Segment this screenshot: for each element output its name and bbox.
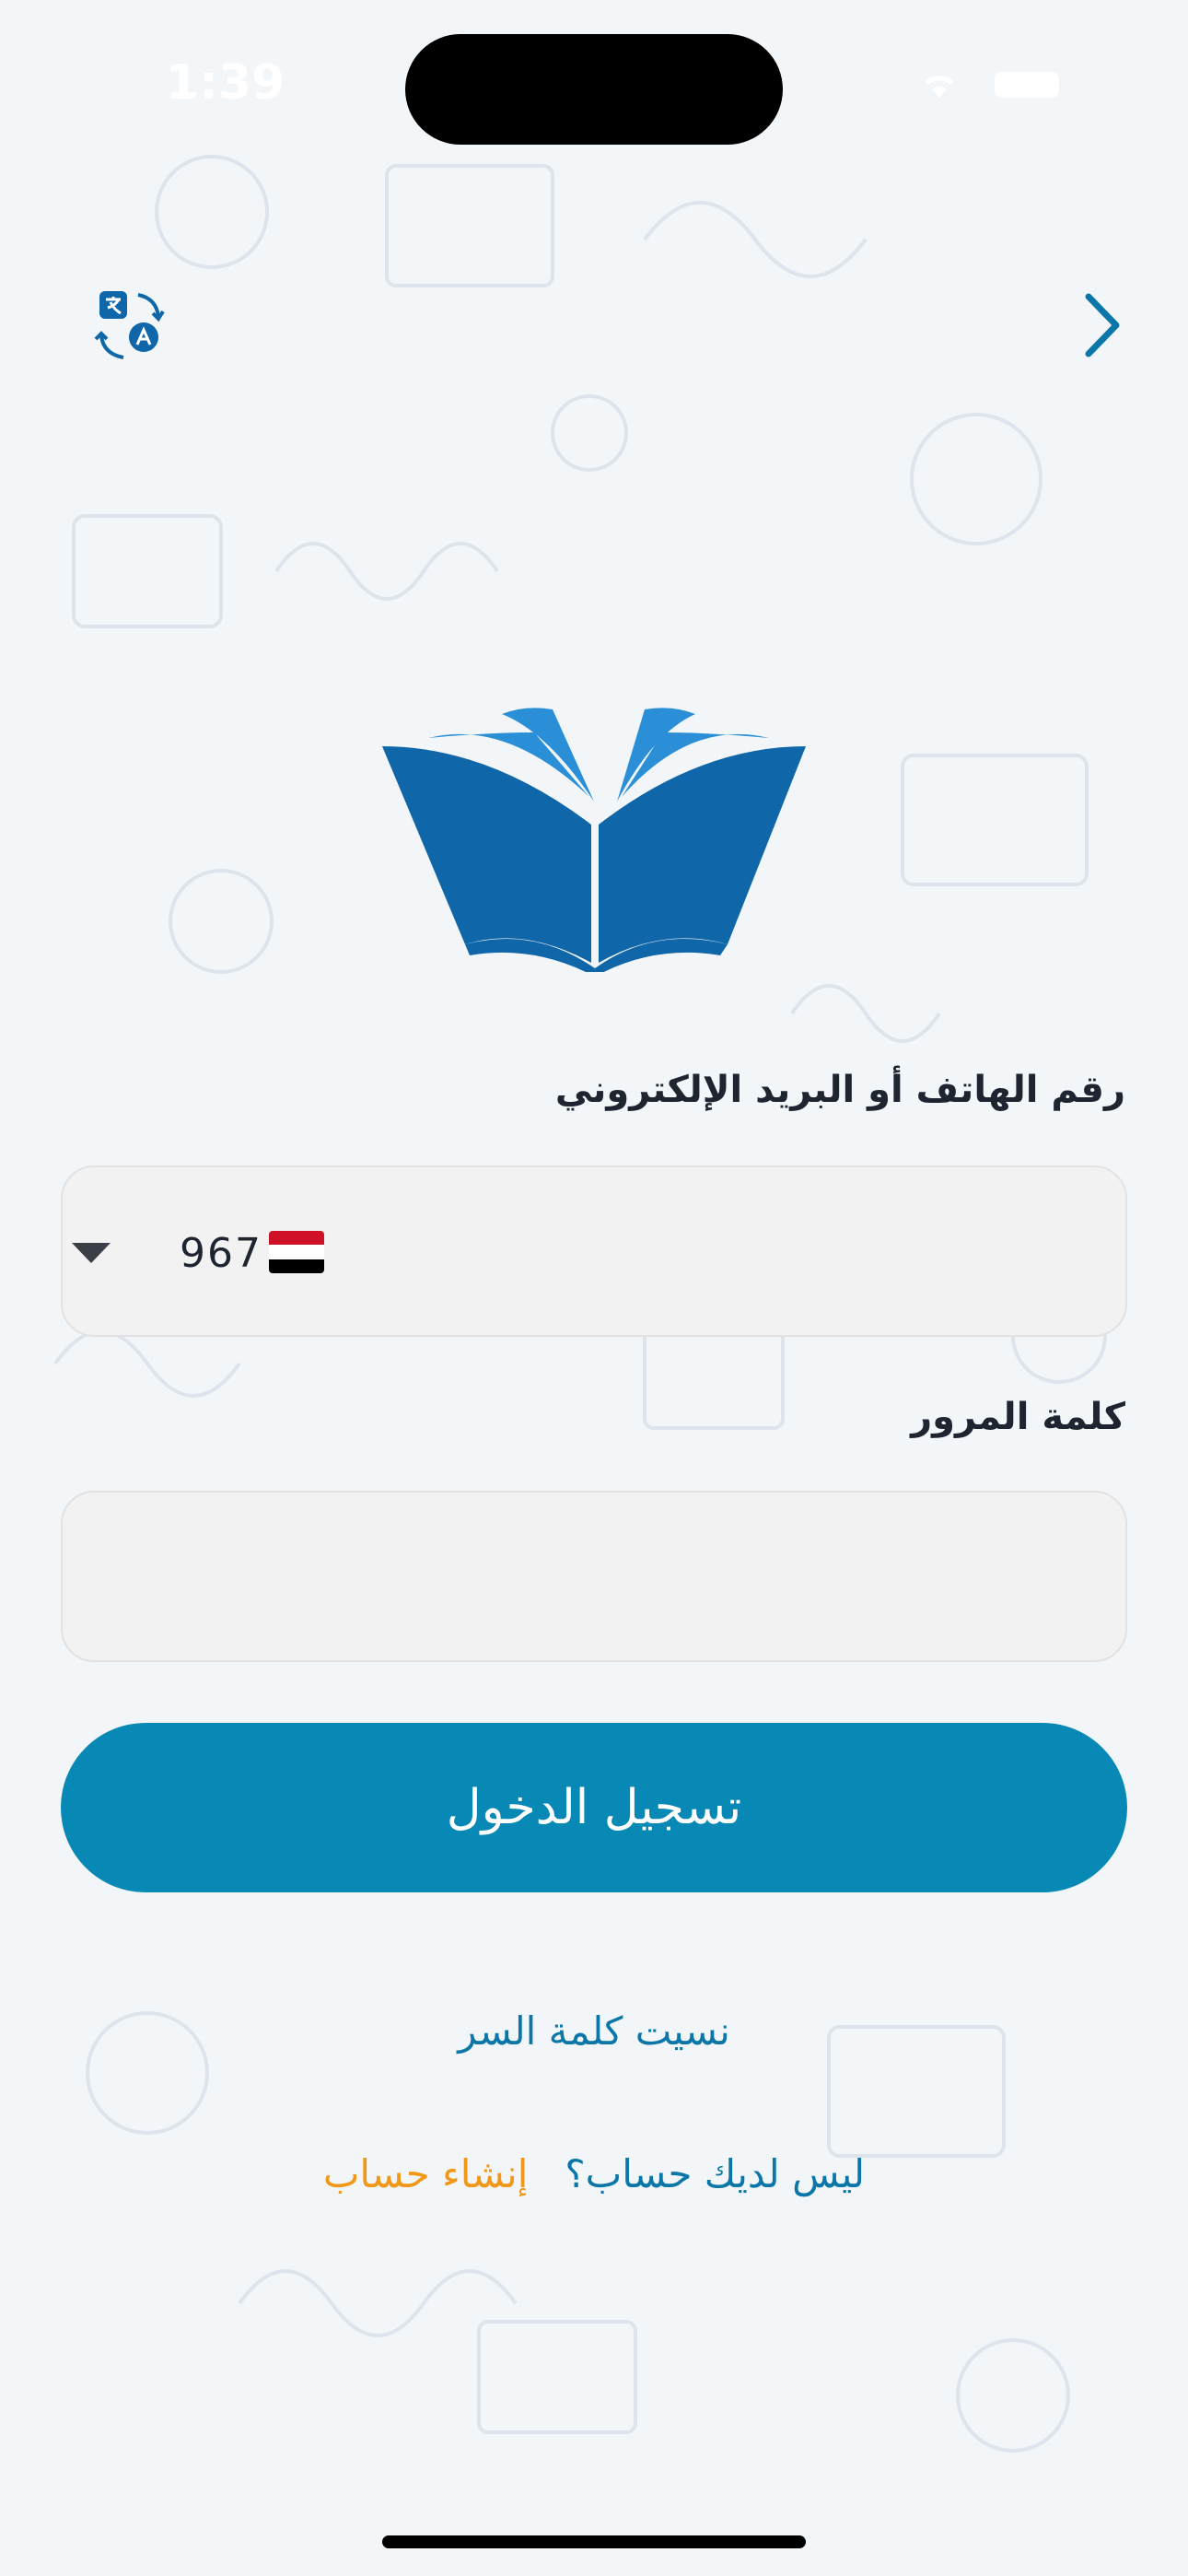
password-input[interactable] [61,1491,1127,1662]
phone-email-label: رقم الهاتف أو البريد الإلكتروني [554,1069,1125,1111]
no-account-text: ليس لديك حساب؟ [565,2151,866,2196]
chevron-down-icon[interactable] [68,1239,114,1267]
signup-row: ليس لديك حساب؟ إنشاء حساب [226,2151,962,2207]
password-label: كلمة المرور [911,1396,1125,1438]
status-bar-time: 1:39 [166,55,285,111]
open-book-logo [382,708,806,972]
wifi-icon [925,75,954,98]
dynamic-island [405,34,783,145]
login-screen: 1:39 رقم الهاتف أو البريد الإلكتروني 967… [0,0,1188,2576]
translate-icon [94,291,165,359]
create-account-link[interactable]: إنشاء حساب [323,2151,529,2207]
translate-button[interactable] [92,286,171,365]
forgot-password-link[interactable]: نسيت كلمة السر [318,2008,870,2054]
login-button[interactable]: تسجيل الدخول [61,1723,1127,1892]
country-code[interactable]: 967 [180,1230,272,1277]
yemen-flag-icon[interactable] [269,1231,324,1273]
chevron-right-icon [1085,293,1120,357]
battery-icon [995,72,1059,98]
back-button[interactable] [1068,286,1135,365]
status-icons [925,72,1059,98]
home-indicator[interactable] [382,2535,806,2548]
